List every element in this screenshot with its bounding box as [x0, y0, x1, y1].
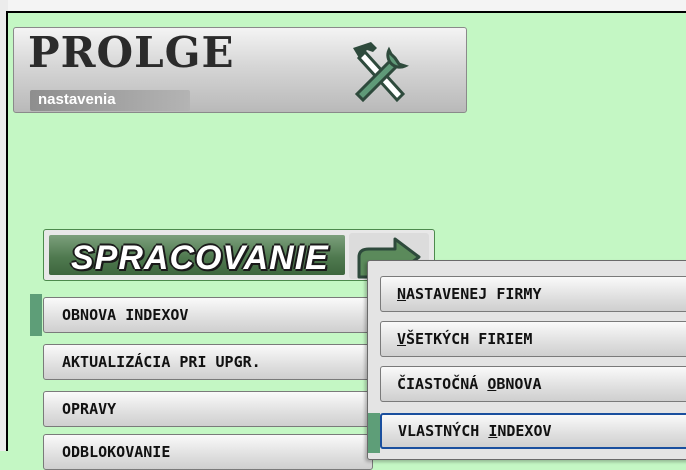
- submenu-selection-marker: [368, 413, 380, 453]
- hotkey-letter: N: [397, 285, 407, 303]
- app-logo: PROLGE nastavenia: [13, 27, 467, 113]
- menu-item-opravy[interactable]: OPRAVY: [43, 391, 373, 427]
- hotkey-letter: V: [397, 330, 407, 348]
- menu-item-label: AKTUALIZÁCIA PRI UPGR.: [62, 353, 261, 371]
- menu-item-aktualizacia[interactable]: AKTUALIZÁCIA PRI UPGR.: [43, 344, 373, 380]
- menu-item-obnova-indexov[interactable]: OBNOVA INDEXOV: [43, 297, 373, 333]
- window-top-border: [0, 11, 686, 13]
- logo-subtitle: nastavenia: [30, 90, 190, 111]
- submenu-item-vlastnych-indexov[interactable]: VLASTNÝCH INDEXOV: [380, 413, 686, 449]
- submenu-item-label-prefix: ČIASTOČNÁ: [397, 375, 488, 393]
- tools-icon: [353, 42, 409, 103]
- submenu-item-label: BNOVA: [496, 375, 542, 393]
- hotkey-letter: I: [488, 422, 498, 440]
- submenu-item-label: NDEXOV: [497, 422, 552, 440]
- hotkey-letter: O: [487, 375, 497, 393]
- window-left-border: [6, 11, 8, 451]
- section-title: SPRACOVANIE: [71, 239, 329, 277]
- submenu-item-label-prefix: VLASTNÝCH: [398, 422, 489, 440]
- submenu-item-nastavenej-firmy[interactable]: NASTAVENEJ FIRMY: [380, 276, 686, 312]
- submenu-item-ciastocna-obnova[interactable]: ČIASTOČNÁ OBNOVA: [380, 366, 686, 402]
- menu-item-label: OBNOVA INDEXOV: [62, 306, 189, 324]
- menu-item-label: OPRAVY: [62, 400, 117, 418]
- submenu-item-label: ASTAVENEJ FIRMY: [406, 285, 542, 303]
- menu-item-label: ODBLOKOVANIE: [62, 443, 171, 461]
- menu-selection-marker: [30, 294, 42, 336]
- submenu-item-vsetkych-firiem[interactable]: VŠETKÝCH FIRIEM: [380, 321, 686, 357]
- menu-item-odblokovanie[interactable]: ODBLOKOVANIE: [43, 434, 373, 470]
- logo-title: PROLGE: [28, 28, 235, 77]
- section-label-box: SPRACOVANIE: [49, 235, 345, 277]
- submenu-item-label: ŠETKÝCH FIRIEM: [406, 330, 533, 348]
